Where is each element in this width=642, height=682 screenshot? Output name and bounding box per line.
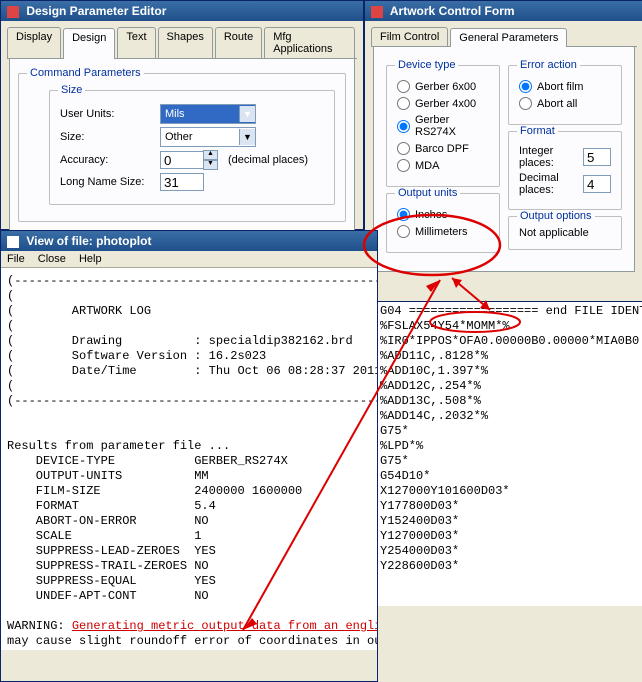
radio-mda[interactable]: MDA (397, 159, 489, 172)
command-parameters-group: Command Parameters Size User Units: Mils… (18, 73, 346, 222)
device-type-group: Device type Gerber 6x00 Gerber 4x00 Gerb… (386, 65, 500, 187)
decimal-places-input[interactable] (583, 175, 611, 193)
format-group: Format Integer places: Decimal places: (508, 131, 622, 210)
acf-titlebar: Artwork Control Form (365, 1, 642, 21)
dpe-title: Design Parameter Editor (26, 4, 166, 18)
output-options-legend: Output options (517, 210, 595, 222)
viewer-title: View of file: photoplot (26, 234, 151, 248)
radio-inches[interactable]: Inches (397, 208, 489, 221)
warning-prefix: WARNING: (7, 619, 72, 633)
output-options-group: Output options Not applicable (508, 216, 622, 250)
viewer-menubar: File Close Help (1, 251, 377, 268)
tab-design[interactable]: Design (63, 28, 115, 59)
format-legend: Format (517, 125, 558, 137)
app-icon (7, 6, 19, 18)
longname-label: Long Name Size: (60, 176, 160, 188)
size-group: Size User Units: Mils▼ Size: Other▼ Accu… (49, 90, 335, 205)
acf-tabs: Film Control General Parameters (371, 27, 637, 47)
warning-line1: Generating metric output data from an en… (72, 619, 377, 633)
radio-abort-film[interactable]: Abort film (519, 80, 611, 93)
accuracy-label: Accuracy: (60, 154, 160, 166)
gerber-output: G04 ================== end FILE IDENTIF … (378, 302, 642, 606)
radio-gerber6x00[interactable]: Gerber 6x00 (397, 80, 489, 93)
menu-help[interactable]: Help (79, 253, 102, 265)
decimal-places-label: Decimal places: (519, 172, 583, 196)
integer-places-label: Integer places: (519, 145, 583, 169)
acf-panel: Device type Gerber 6x00 Gerber 4x00 Gerb… (373, 47, 635, 272)
longname-input[interactable] (160, 173, 204, 191)
radio-abort-all[interactable]: Abort all (519, 97, 611, 110)
dpe-tabs: Display Design Text Shapes Route Mfg App… (7, 27, 357, 59)
command-parameters-legend: Command Parameters (27, 67, 144, 79)
radio-gerber4x00[interactable]: Gerber 4x00 (397, 97, 489, 110)
dpe-titlebar: Design Parameter Editor (1, 1, 363, 21)
app-icon (371, 6, 383, 18)
size-dropdown[interactable]: Other ▼ (160, 127, 256, 147)
accuracy-note: (decimal places) (228, 154, 308, 166)
tab-shapes[interactable]: Shapes (158, 27, 213, 58)
output-options-text: Not applicable (519, 227, 589, 239)
dpe-panel: Command Parameters Size User Units: Mils… (9, 59, 355, 237)
tab-mfg[interactable]: Mfg Applications (264, 27, 355, 58)
radio-gerber274x[interactable]: Gerber RS274X (397, 114, 489, 138)
tab-film-control[interactable]: Film Control (371, 27, 448, 46)
file-viewer-window: View of file: photoplot File Close Help … (0, 230, 378, 682)
acf-title: Artwork Control Form (390, 4, 515, 18)
output-units-legend: Output units (395, 187, 460, 199)
warning-line2: may cause slight roundoff error of coord… (7, 634, 377, 648)
user-units-label: User Units: (60, 108, 160, 120)
error-action-legend: Error action (517, 59, 580, 71)
spin-up-icon[interactable]: ▲ (203, 150, 218, 160)
tab-display[interactable]: Display (7, 27, 61, 58)
radio-barco[interactable]: Barco DPF (397, 142, 489, 155)
spin-down-icon[interactable]: ▼ (203, 160, 218, 170)
error-action-group: Error action Abort film Abort all (508, 65, 622, 125)
integer-places-input[interactable] (583, 148, 611, 166)
menu-close[interactable]: Close (38, 253, 66, 265)
tab-general-parameters[interactable]: General Parameters (450, 28, 567, 47)
user-units-value: Mils (165, 108, 185, 120)
size-legend: Size (58, 84, 85, 96)
size-value: Other (165, 131, 193, 143)
design-parameter-editor-window: Design Parameter Editor Display Design T… (0, 0, 364, 230)
menu-file[interactable]: File (7, 253, 25, 265)
size-label: Size: (60, 131, 160, 143)
viewer-content: (---------------------------------------… (1, 268, 377, 650)
tab-route[interactable]: Route (215, 27, 262, 58)
user-units-dropdown[interactable]: Mils ▼ (160, 104, 256, 124)
chevron-down-icon[interactable]: ▼ (239, 129, 255, 145)
device-type-legend: Device type (395, 59, 458, 71)
output-units-group: Output units Inches Millimeters (386, 193, 500, 253)
artwork-control-form-window: Artwork Control Form Film Control Genera… (364, 0, 642, 302)
radio-mm[interactable]: Millimeters (397, 225, 489, 238)
tab-text[interactable]: Text (117, 27, 155, 58)
log-text: (---------------------------------------… (7, 274, 377, 603)
doc-icon (7, 236, 19, 248)
accuracy-input[interactable] (160, 151, 204, 169)
chevron-down-icon[interactable]: ▼ (239, 106, 255, 122)
viewer-titlebar: View of file: photoplot (1, 231, 377, 251)
